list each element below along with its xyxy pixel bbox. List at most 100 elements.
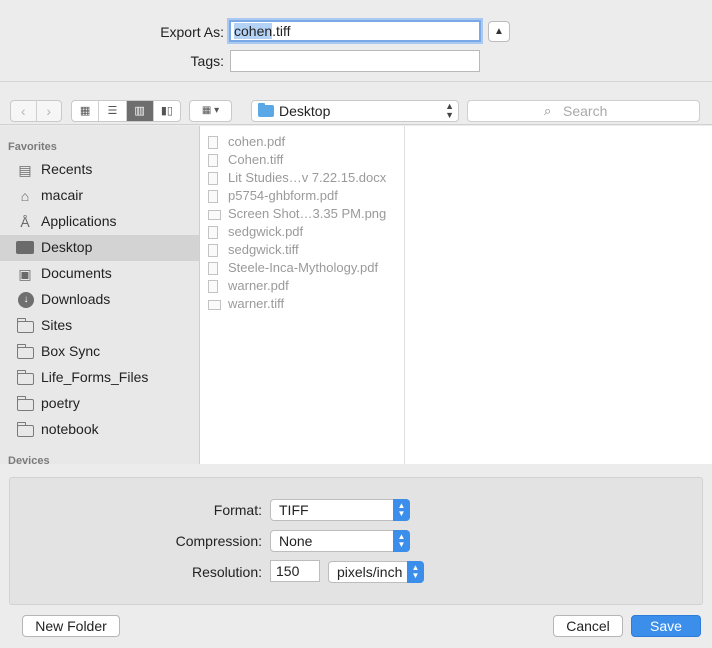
resolution-label: Resolution: [191,564,262,580]
compression-label: Compression: [175,533,262,549]
tags-field[interactable] [230,50,480,72]
file-name: warner.pdf [228,278,289,293]
sidebar-item-life-forms-files[interactable]: Life_Forms_Files [0,365,199,391]
folder-icon [17,344,34,359]
file-row[interactable]: cohen.pdf [200,134,404,152]
file-row[interactable]: warner.tiff [200,296,404,314]
file-name: warner.tiff [228,296,285,311]
arrange-menu-button[interactable]: ▦ ▾ [189,100,232,122]
sidebar-item-downloads[interactable]: ↓ Downloads [0,287,199,313]
export-as-field[interactable]: cohen.tiff [229,20,481,42]
folder-icon [17,396,34,411]
cover-flow-icon: ▮▯ [160,105,173,117]
file-row[interactable]: warner.pdf [200,278,404,296]
folder-icon [17,318,34,333]
desktop-icon [16,241,34,254]
file-name: Lit Studies…v 7.22.15.docx [228,170,387,185]
sidebar-item-label: Box Sync [41,343,101,359]
sidebar-item-poetry[interactable]: poetry [0,391,199,417]
pdf-file-icon [208,136,218,149]
search-icon: ⌕ [544,103,552,118]
export-as-label: Export As: [160,24,224,40]
location-popup[interactable]: Desktop ▲ ▼ [251,100,459,122]
file-name: cohen.pdf [228,134,286,149]
sidebar-item-notebook[interactable]: notebook [0,417,199,443]
file-column: cohen.pdf Cohen.tiff Lit Studies…v 7.22.… [200,126,405,464]
chevron-up-icon: ▲ [494,26,504,37]
file-row[interactable]: sedgwick.tiff [200,242,404,260]
home-icon: ⌂ [20,188,30,204]
sidebar-item-label: poetry [41,395,80,411]
file-name: Screen Shot…3.35 PM.png [228,206,387,221]
tiff-file-icon [208,154,218,167]
file-row[interactable]: p5754-ghbform.pdf [200,188,404,206]
search-field[interactable]: ⌕ Search [467,100,700,122]
file-name: sedgwick.pdf [228,224,304,239]
documents-icon: ▣ [18,266,32,282]
export-name-selection: cohen [234,23,273,39]
format-popup[interactable]: TIFF ▲ ▼ [270,499,410,521]
pdf-file-icon [208,262,218,275]
docx-file-icon [208,172,218,185]
sidebar-item-label: Life_Forms_Files [41,369,149,385]
format-value: TIFF [279,502,309,518]
popup-arrows-icon: ▲ ▼ [393,499,410,521]
preview-column [405,126,712,464]
sidebar-item-label: macair [41,187,84,203]
file-row[interactable]: sedgwick.pdf [200,224,404,242]
sidebar-item-label: Recents [41,161,93,177]
sidebar-item-recents[interactable]: ▤ Recents [0,157,199,183]
folder-icon [17,370,34,385]
list-icon: ☰ [107,105,118,117]
sidebar-item-label: Sites [41,317,73,333]
grid-icon: ▦ [79,105,91,117]
sidebar-item-documents[interactable]: ▣ Documents [0,261,199,287]
cover-flow-button[interactable]: ▮▯ [154,101,180,121]
save-button[interactable]: Save [631,615,701,637]
sidebar-item-label: Applications [41,213,117,229]
export-name-extension: .tiff [272,23,291,39]
compression-popup[interactable]: None ▲ ▼ [270,530,410,552]
forward-button[interactable]: › [37,101,62,121]
search-placeholder: Search [563,103,608,119]
back-button[interactable]: ‹ [11,101,37,121]
tiff-file-icon [208,244,218,257]
new-folder-button[interactable]: New Folder [22,615,120,637]
chevron-right-icon: › [46,103,52,119]
popup-arrows-icon: ▲ ▼ [407,561,424,583]
arrange-icon: ▦ ▾ [201,105,220,116]
column-view-button[interactable]: ▥ [126,101,154,121]
resolution-unit-value: pixels/inch [337,564,403,580]
resolution-unit-popup[interactable]: pixels/inch ▲ ▼ [328,561,424,583]
file-row[interactable]: Cohen.tiff [200,152,404,170]
collapse-dialog-button[interactable]: ▲ [488,21,510,42]
list-view-button[interactable]: ☰ [99,101,127,121]
file-row[interactable]: Steele-Inca-Mythology.pdf [200,260,404,278]
sidebar-item-macair[interactable]: ⌂ macair [0,183,199,209]
icon-view-button[interactable]: ▦ [72,101,100,121]
sidebar-item-applications[interactable]: Å Applications [0,209,199,235]
browser-toolbar: ‹ › ▦ ☰ ▥ ▮▯ ▦ ▾ Desktop ▲ ▼ ⌕ Search [0,83,712,125]
desktop-folder-icon [258,103,274,117]
popup-arrows-icon: ▲ ▼ [393,530,410,552]
sidebar-item-desktop[interactable]: Desktop [0,235,199,261]
sidebar: Favorites ▤ Recents ⌂ macair Å Applicati… [0,126,200,464]
compression-value: None [279,533,313,549]
file-row[interactable]: Screen Shot…3.35 PM.png [200,206,404,224]
sidebar-item-label: notebook [41,421,99,437]
cancel-button[interactable]: Cancel [553,615,623,637]
sidebar-item-box-sync[interactable]: Box Sync [0,339,199,365]
applications-icon: Å [20,214,30,230]
resolution-field[interactable]: 150 [270,560,320,582]
columns-icon: ▥ [134,105,145,117]
file-row[interactable]: Lit Studies…v 7.22.15.docx [200,170,404,188]
pdf-file-icon [208,190,218,203]
file-name: Cohen.tiff [228,152,284,167]
sidebar-item-sites[interactable]: Sites [0,313,199,339]
file-name: p5754-ghbform.pdf [228,188,338,203]
sidebar-item-label: Desktop [41,239,93,255]
sidebar-item-label: Downloads [41,291,111,307]
favorites-heading: Favorites [8,141,57,153]
png-file-icon [208,210,221,220]
chevron-left-icon: ‹ [20,103,26,119]
